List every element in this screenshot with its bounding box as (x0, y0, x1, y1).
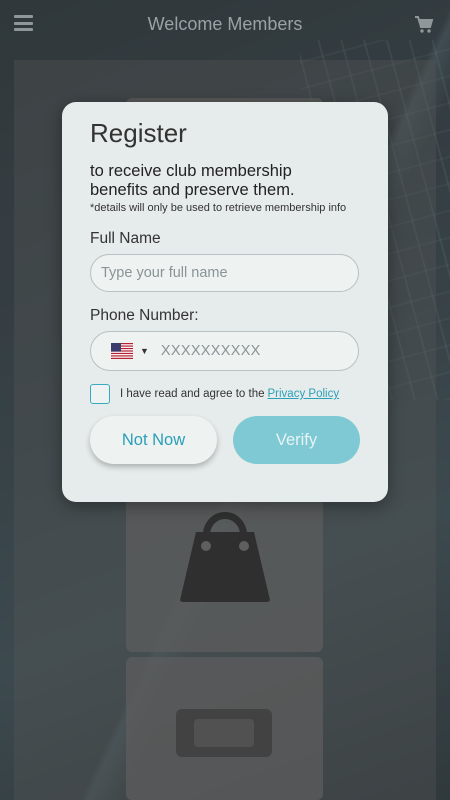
full-name-input[interactable] (90, 254, 359, 292)
agreement-row: I have read and agree to the Privacy Poli… (90, 384, 360, 404)
agreement-label: I have read and agree to the (120, 388, 265, 400)
privacy-note: *details will only be used to retrieve m… (90, 202, 347, 214)
app-header: Welcome Members (0, 0, 450, 48)
modal-subtitle: to receive club membership benefits and … (90, 162, 295, 199)
phone-field: ▼ (90, 331, 359, 371)
modal-actions: Not Now Verify (90, 416, 360, 464)
us-flag-icon[interactable] (111, 343, 133, 359)
verify-button[interactable]: Verify (233, 416, 360, 464)
phone-number-label: Phone Number: (90, 307, 199, 324)
phone-number-input[interactable] (158, 342, 333, 360)
full-name-label: Full Name (90, 230, 161, 247)
modal-title: Register (90, 118, 187, 148)
shopping-cart-icon[interactable] (414, 14, 434, 34)
country-dropdown-caret-icon[interactable]: ▼ (140, 346, 149, 356)
agreement-text: I have read and agree to the Privacy Poli… (120, 388, 339, 400)
hamburger-menu-icon[interactable] (14, 15, 33, 31)
privacy-agree-checkbox[interactable] (90, 384, 110, 404)
not-now-button[interactable]: Not Now (90, 416, 217, 464)
header-title: Welcome Members (147, 13, 303, 34)
privacy-policy-link[interactable]: Privacy Policy (268, 388, 340, 400)
register-modal: Register to receive club membership bene… (62, 102, 388, 502)
